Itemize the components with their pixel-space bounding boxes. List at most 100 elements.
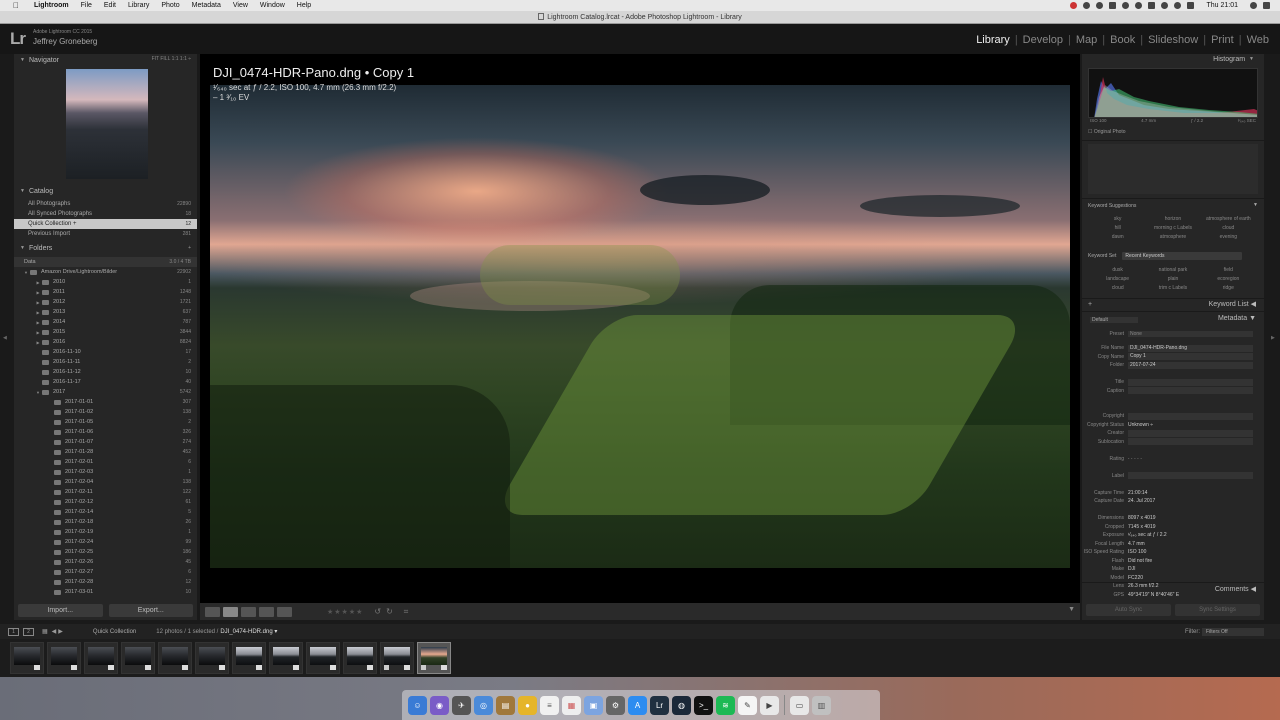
collapse-icon[interactable]: ▼ <box>1253 202 1258 208</box>
preset-dropdown[interactable]: None <box>1128 331 1253 337</box>
metadata-value[interactable] <box>1128 438 1253 446</box>
filmstrip-thumbnail[interactable] <box>10 642 44 674</box>
filmstrip-thumbnail[interactable] <box>84 642 118 674</box>
metadata-value[interactable]: DJI_0474-HDR-Pano.dng <box>1128 344 1253 352</box>
histogram-chart[interactable] <box>1088 68 1258 118</box>
apple-icon[interactable]:  <box>10 1 22 10</box>
catalog-header[interactable]: ▼ Catalog <box>14 186 197 196</box>
folder-row[interactable]: 2017-02-12 61 <box>14 497 197 507</box>
filmstrip-thumbnail[interactable] <box>380 642 414 674</box>
safari-icon[interactable]: ◎ <box>474 695 493 715</box>
finder-icon[interactable]: ☺ <box>408 695 427 715</box>
folder-row[interactable]: ▶ 2015 3844 <box>14 327 197 337</box>
status-icon[interactable] <box>1148 2 1156 9</box>
siri-icon[interactable]: ◉ <box>430 695 449 715</box>
keyword-set-item[interactable]: landscape <box>1090 276 1145 282</box>
expand-icon[interactable]: ▶ <box>34 290 42 295</box>
status-icon[interactable] <box>1070 2 1078 9</box>
documents-icon[interactable]: ▭ <box>790 695 809 715</box>
histogram-header[interactable]: Histogram ▼ <box>1082 54 1264 64</box>
metadata-value[interactable] <box>1128 412 1253 420</box>
preview-icon[interactable]: ▣ <box>584 695 603 715</box>
folder-row[interactable]: 2017-03-01 10 <box>14 587 197 597</box>
folder-row[interactable]: 2017-02-24 99 <box>14 537 197 547</box>
folder-row[interactable]: 2017-01-06 326 <box>14 427 197 437</box>
folder-row[interactable]: 2017-02-25 186 <box>14 547 197 557</box>
folder-row[interactable]: 2017-02-04 138 <box>14 477 197 487</box>
menu-file[interactable]: File <box>81 2 92 9</box>
filmstrip-thumbnail[interactable] <box>343 642 377 674</box>
keyword-set-dropdown[interactable]: Recent Keywords <box>1122 252 1243 260</box>
metadata-value[interactable]: Copy 1 <box>1128 353 1253 361</box>
grid-icon[interactable]: ▦ <box>42 628 48 635</box>
filmstrip-thumbnail[interactable] <box>195 642 229 674</box>
folder-row[interactable]: 2016-11-12 10 <box>14 367 197 377</box>
keyword-suggestion[interactable]: atmosphere of earth <box>1201 216 1256 222</box>
add-folder-icon[interactable]: + <box>188 245 191 251</box>
catalog-item-synced[interactable]: All Synced Photographs 18 <box>14 209 197 219</box>
grid-view-icon[interactable] <box>205 606 220 617</box>
module-print[interactable]: Print <box>1206 34 1239 46</box>
status-icon[interactable] <box>1122 2 1130 9</box>
metadata-value[interactable] <box>1128 387 1253 395</box>
filmstrip-thumbnail[interactable] <box>269 642 303 674</box>
module-develop[interactable]: Develop <box>1018 34 1068 46</box>
keyword-list-title[interactable]: Keyword List ◀ <box>1209 300 1256 308</box>
selected-file[interactable]: DJI_0474-HDR.dng ▾ <box>220 628 277 635</box>
folder-row[interactable]: 2017-01-07 274 <box>14 437 197 447</box>
folder-row[interactable]: 2017-01-05 2 <box>14 417 197 427</box>
status-icon[interactable] <box>1109 2 1117 9</box>
catalog-item-all-photographs[interactable]: All Photographs 22890 <box>14 199 197 209</box>
app-store-icon[interactable]: A <box>628 695 647 715</box>
keyword-suggestion[interactable]: morning c Labels <box>1145 225 1200 231</box>
filmstrip-thumbnail[interactable] <box>306 642 340 674</box>
folder-row[interactable]: 2017-02-18 26 <box>14 517 197 527</box>
back-icon[interactable]: ◀ <box>52 628 57 635</box>
folder-row[interactable]: 2016-11-11 2 <box>14 357 197 367</box>
filmstrip-source[interactable]: Quick Collection <box>93 629 136 635</box>
keyword-set-item[interactable]: plain <box>1145 276 1200 282</box>
wifi-icon[interactable] <box>1174 2 1182 9</box>
module-book[interactable]: Book <box>1105 34 1140 46</box>
terminal-icon[interactable]: >_ <box>694 695 713 715</box>
catalog-item-previous-import[interactable]: Previous Import 281 <box>14 229 197 239</box>
spotify-icon[interactable]: ≋ <box>716 695 735 715</box>
import-button[interactable]: Import... <box>18 604 103 617</box>
menu-photo[interactable]: Photo <box>161 2 179 9</box>
module-library[interactable]: Library <box>971 34 1015 46</box>
clock[interactable]: Thu 21:01 <box>1206 2 1238 9</box>
contacts-icon[interactable]: ▤ <box>496 695 515 715</box>
survey-view-icon[interactable] <box>259 606 274 617</box>
expand-icon[interactable]: ▶ <box>34 330 42 335</box>
steam-icon[interactable]: ◍ <box>672 695 691 715</box>
folder-row[interactable]: 2017-02-01 6 <box>14 457 197 467</box>
keyword-set-item[interactable]: ridge <box>1201 285 1256 291</box>
keyword-suggestion[interactable]: dawn <box>1090 234 1145 240</box>
folder-row[interactable]: 2017-02-27 6 <box>14 567 197 577</box>
keyword-set-item[interactable]: national park <box>1145 267 1200 273</box>
notes-icon[interactable]: ≡ <box>540 695 559 715</box>
menu-help[interactable]: Help <box>297 2 311 9</box>
folder-root[interactable]: ▼ Amazon Drive/Lightroom/Bilder 22902 <box>14 267 197 277</box>
menu-lightroom[interactable]: Lightroom <box>34 2 69 9</box>
status-icon[interactable] <box>1083 2 1091 9</box>
keyword-set-item[interactable]: cloud <box>1090 285 1145 291</box>
folder-row[interactable]: ▶ 2013 637 <box>14 307 197 317</box>
navigator-zoom-modes[interactable]: FIT FILL 1:1 1:1 ÷ <box>152 56 191 62</box>
keyword-suggestion[interactable]: sky <box>1090 216 1145 222</box>
keyword-suggestion[interactable]: hill <box>1090 225 1145 231</box>
navigator-preview[interactable] <box>66 69 148 179</box>
people-view-icon[interactable] <box>277 606 292 617</box>
expand-icon[interactable]: ▼ <box>34 390 42 395</box>
photo-booth-icon[interactable]: ▶ <box>760 695 779 715</box>
auto-sync-button[interactable]: Auto Sync <box>1086 604 1171 616</box>
expand-icon[interactable]: ▶ <box>34 310 42 315</box>
folder-row[interactable]: 2017-02-19 1 <box>14 527 197 537</box>
filmstrip-thumbnail[interactable] <box>232 642 266 674</box>
folder-row[interactable]: 2016-11-17 40 <box>14 377 197 387</box>
keyword-suggestion[interactable]: atmosphere <box>1145 234 1200 240</box>
folder-row[interactable]: ▼ 2017 5742 <box>14 387 197 397</box>
menu-edit[interactable]: Edit <box>104 2 116 9</box>
textedit-icon[interactable]: ✎ <box>738 695 757 715</box>
folder-row[interactable]: 2017-02-14 5 <box>14 507 197 517</box>
